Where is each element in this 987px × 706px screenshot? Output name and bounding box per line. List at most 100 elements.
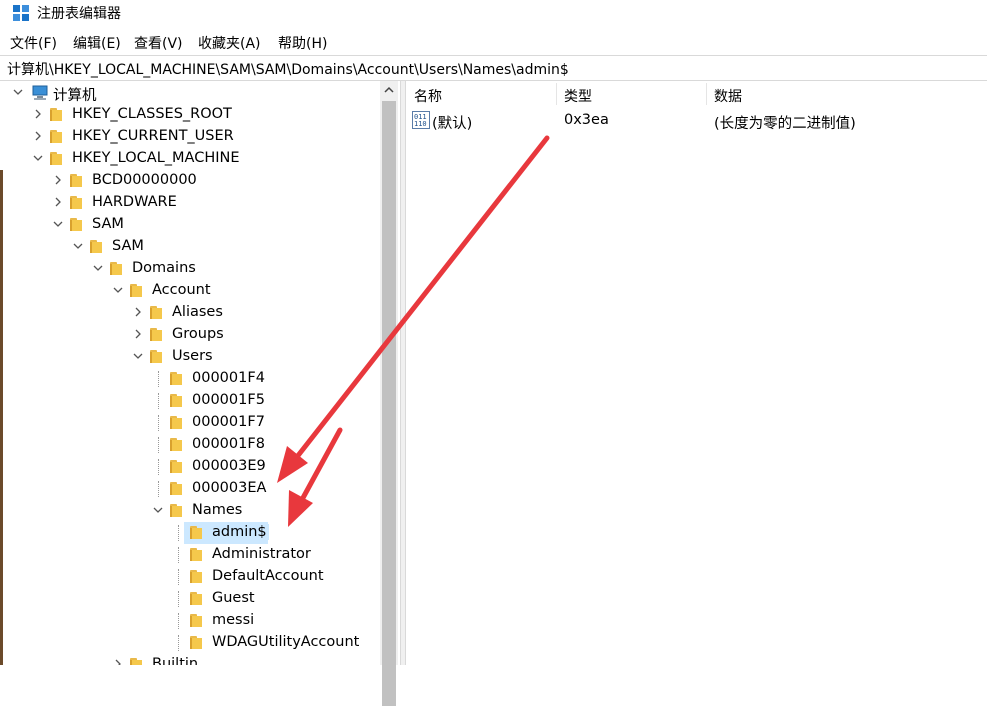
folder-icon: [50, 129, 66, 143]
folder-icon: [130, 283, 146, 297]
chevron-down-icon[interactable]: [112, 284, 124, 296]
folder-icon: [190, 613, 206, 627]
column-header-data[interactable]: 数据: [714, 86, 742, 106]
chevron-down-icon[interactable]: [52, 218, 64, 230]
tree-node[interactable]: SAM: [0, 236, 380, 258]
tree-node-selected[interactable]: admin$: [0, 522, 380, 544]
values-list[interactable]: 名称 类型 数据 (默认) 0x3ea (长度为零的二进制值): [406, 81, 987, 665]
chevron-down-icon[interactable]: [152, 504, 164, 516]
tree-node[interactable]: Builtin: [0, 654, 380, 665]
tree-node[interactable]: Administrator: [0, 544, 380, 566]
chevron-right-icon[interactable]: [132, 306, 144, 318]
tree-node[interactable]: 000003E9: [0, 456, 380, 478]
tree-scrollbar[interactable]: [380, 81, 398, 706]
tree-node-label: WDAGUtilityAccount: [212, 634, 360, 650]
scroll-up-icon[interactable]: [380, 81, 398, 99]
tree-node[interactable]: BCD00000000: [0, 170, 380, 192]
tree-connector-line: [158, 437, 160, 453]
scrollbar-thumb[interactable]: [382, 101, 396, 706]
value-row-data[interactable]: (长度为零的二进制值): [714, 112, 856, 133]
folder-icon: [190, 547, 206, 561]
chevron-down-icon[interactable]: [12, 86, 24, 98]
chevron-right-icon[interactable]: [52, 174, 64, 186]
menu-file[interactable]: 文件(F): [10, 33, 57, 53]
column-separator[interactable]: [706, 83, 707, 105]
registry-tree[interactable]: 计算机 HKEY_CLASSES_ROOT HKEY_CURRENT_USER HK…: [0, 81, 400, 665]
tree-node[interactable]: Users: [0, 346, 380, 368]
address-path[interactable]: 计算机\HKEY_LOCAL_MACHINE\SAM\SAM\Domains\A…: [7, 59, 569, 79]
folder-icon: [170, 393, 186, 407]
chevron-right-icon[interactable]: [32, 108, 44, 120]
tree-connector-line: [158, 459, 160, 475]
tree-node-label: SAM: [112, 238, 144, 254]
tree-node[interactable]: Groups: [0, 324, 380, 346]
tree-node[interactable]: HKEY_CLASSES_ROOT: [0, 104, 380, 126]
tree-node[interactable]: 000003EA: [0, 478, 380, 500]
menu-bar: 文件(F) 编辑(E) 查看(V) 收藏夹(A) 帮助(H): [0, 30, 987, 54]
tree-connector-line: [158, 481, 160, 497]
chevron-right-icon[interactable]: [52, 196, 64, 208]
tree-node[interactable]: HKEY_LOCAL_MACHINE: [0, 148, 380, 170]
tree-node-label: HARDWARE: [92, 194, 177, 210]
background-window-edge: [0, 170, 3, 665]
folder-icon: [190, 635, 206, 649]
tree-node[interactable]: 000001F7: [0, 412, 380, 434]
column-header-name[interactable]: 名称: [414, 86, 442, 106]
tree-node[interactable]: Names: [0, 500, 380, 522]
address-bar[interactable]: 计算机\HKEY_LOCAL_MACHINE\SAM\SAM\Domains\A…: [0, 55, 987, 81]
tree-node[interactable]: HKEY_CURRENT_USER: [0, 126, 380, 148]
binary-value-icon: 011 110: [412, 111, 430, 129]
tree-connector-line: [158, 371, 160, 387]
tree-node-label: HKEY_CLASSES_ROOT: [72, 106, 232, 122]
tree-node[interactable]: Domains: [0, 258, 380, 280]
menu-help[interactable]: 帮助(H): [278, 33, 327, 53]
folder-icon: [110, 261, 126, 275]
tree-node[interactable]: Guest: [0, 588, 380, 610]
folder-icon: [150, 349, 166, 363]
tree-node-label: Users: [172, 348, 213, 364]
menu-favorites[interactable]: 收藏夹(A): [198, 33, 261, 53]
chevron-right-icon[interactable]: [132, 328, 144, 340]
tree-node-label: Aliases: [172, 304, 223, 320]
folder-icon: [190, 525, 206, 539]
tree-node[interactable]: WDAGUtilityAccount: [0, 632, 380, 654]
tree-node-label: BCD00000000: [92, 172, 197, 188]
tree-node[interactable]: Aliases: [0, 302, 380, 324]
tree-node[interactable]: 000001F8: [0, 434, 380, 456]
folder-icon: [90, 239, 106, 253]
tree-node-label: HKEY_LOCAL_MACHINE: [72, 150, 240, 166]
tree-node[interactable]: DefaultAccount: [0, 566, 380, 588]
folder-icon: [190, 569, 206, 583]
chevron-down-icon[interactable]: [72, 240, 84, 252]
menu-view[interactable]: 查看(V): [134, 33, 183, 53]
chevron-right-icon[interactable]: [112, 658, 124, 665]
tree-node[interactable]: HARDWARE: [0, 192, 380, 214]
tree-node[interactable]: Account: [0, 280, 380, 302]
chevron-down-icon[interactable]: [92, 262, 104, 274]
tree-root-label: 计算机: [53, 88, 97, 104]
chevron-down-icon[interactable]: [32, 152, 44, 164]
tree-node[interactable]: 000001F4: [0, 368, 380, 390]
tree-connector-line: [158, 415, 160, 431]
tree-node-label: Domains: [132, 260, 196, 276]
folder-icon: [150, 327, 166, 341]
value-row-name[interactable]: (默认): [432, 112, 472, 133]
folder-icon: [50, 107, 66, 121]
tree-node[interactable]: messi: [0, 610, 380, 632]
tree-node-label: 000001F8: [192, 436, 265, 452]
chevron-down-icon[interactable]: [132, 350, 144, 362]
tree-connector-line: [178, 525, 180, 541]
tree-node-label: 000003EA: [192, 480, 267, 496]
tree-connector-line: [178, 569, 180, 585]
folder-icon: [150, 305, 166, 319]
value-row-type[interactable]: 0x3ea: [564, 112, 609, 128]
tree-node[interactable]: SAM: [0, 214, 380, 236]
column-header-type[interactable]: 类型: [564, 86, 592, 106]
tree-node-label: HKEY_CURRENT_USER: [72, 128, 234, 144]
tree-node-computer[interactable]: 计算机: [0, 82, 380, 104]
chevron-right-icon[interactable]: [32, 130, 44, 142]
tree-node-label: Names: [192, 502, 243, 518]
menu-edit[interactable]: 编辑(E): [73, 33, 121, 53]
column-separator[interactable]: [556, 83, 557, 105]
tree-node[interactable]: 000001F5: [0, 390, 380, 412]
